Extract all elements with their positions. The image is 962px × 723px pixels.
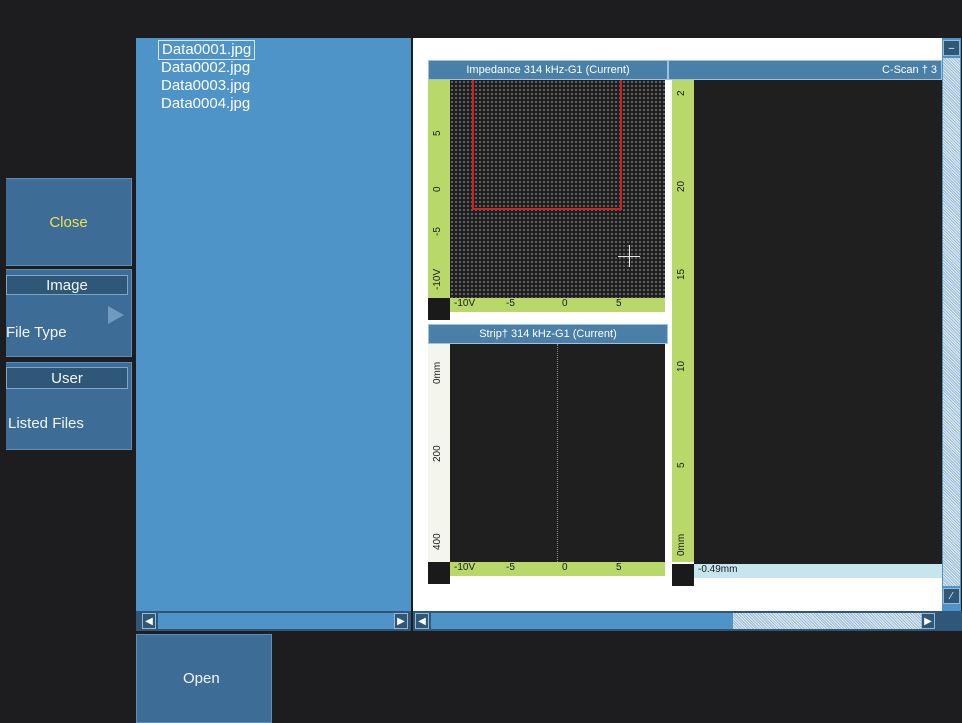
listed-files-button[interactable]: User Listed Files xyxy=(6,362,132,450)
file-type-label: File Type xyxy=(6,324,67,341)
submenu-arrow-icon xyxy=(108,306,124,324)
image-value-badge: Image xyxy=(6,275,128,295)
strip-center-line xyxy=(557,344,558,562)
cscan-y-tick: 0mm xyxy=(676,533,687,556)
strip-y-tick: 200 xyxy=(432,445,443,462)
impedance-y-tick: 5 xyxy=(432,130,443,136)
image-label: Image xyxy=(46,276,88,294)
impedance-plot xyxy=(450,80,665,298)
cscan-y-tick: 5 xyxy=(676,462,687,468)
file-list[interactable]: Data0001.jpg Data0002.jpg Data0003.jpg D… xyxy=(136,38,411,611)
strip-x-tick: 0 xyxy=(562,562,568,573)
strip-y-tick: 0mm xyxy=(432,361,443,384)
list-item-file-1[interactable]: Data0001.jpg xyxy=(158,40,256,60)
cscan-y-ruler: 0mm 5 10 15 20 2 xyxy=(672,80,694,562)
cscan-y-tick: 20 xyxy=(676,180,687,192)
preview-scroll-right-button[interactable]: ▶ xyxy=(921,613,935,629)
listed-files-label: Listed Files xyxy=(8,415,84,432)
scroll-track[interactable] xyxy=(158,613,394,629)
scroll-up-button[interactable]: ‒ xyxy=(943,40,960,56)
preview-scroll-left-button[interactable]: ◀ xyxy=(415,613,429,629)
strip-corner xyxy=(428,562,450,584)
impedance-y-ruler: -10V -5 0 5 xyxy=(428,80,450,298)
cscan-y-tick: 15 xyxy=(676,268,687,280)
file-list-scrollbar[interactable]: ◀ ▶ xyxy=(136,611,411,631)
impedance-x-tick: -5 xyxy=(506,298,515,309)
cscan-y-tick: 10 xyxy=(676,360,687,372)
cscan-x-ruler: -0.49mm xyxy=(694,564,942,578)
strip-x-tick: -10V xyxy=(454,562,476,573)
impedance-y-tick: -10V xyxy=(432,268,443,290)
preview-horizontal-scrollbar[interactable]: ◀ ▶ xyxy=(413,611,962,631)
strip-plot xyxy=(450,344,665,562)
preview-scroll-track[interactable] xyxy=(431,613,733,629)
user-value-badge: User xyxy=(6,367,128,389)
cscan-corner xyxy=(672,564,694,586)
preview-scroll-thumb[interactable] xyxy=(733,613,921,629)
impedance-x-tick: -10V xyxy=(454,298,476,309)
cscan-panel-title: C-Scan † 3 xyxy=(668,60,942,80)
strip-x-ruler: -10V -5 0 5 xyxy=(450,562,665,576)
crosshair-icon-vertical xyxy=(629,245,630,267)
scroll-down-button[interactable]: ⁄ xyxy=(943,588,960,604)
list-item-file-3[interactable]: Data0003.jpg xyxy=(158,77,253,95)
user-label: User xyxy=(51,369,83,387)
cscan-x-readout: -0.49mm xyxy=(698,564,738,575)
open-button[interactable]: Open xyxy=(136,634,272,723)
close-button[interactable]: Close xyxy=(6,178,132,266)
lissajous-box xyxy=(472,80,622,210)
file-type-button[interactable]: Image File Type xyxy=(6,269,132,357)
cscan-y-tick: 2 xyxy=(676,90,687,96)
scroll-right-button[interactable]: ▶ xyxy=(394,613,408,629)
impedance-corner xyxy=(428,298,450,320)
scroll-left-button[interactable]: ◀ xyxy=(142,613,156,629)
impedance-x-tick: 5 xyxy=(616,298,622,309)
vertical-scroll-thumb[interactable] xyxy=(943,58,960,586)
strip-x-tick: 5 xyxy=(616,562,622,573)
list-item-file-2[interactable]: Data0002.jpg xyxy=(158,59,253,77)
image-preview: ‒ ⁄ Impedance 314 kHz-G1 (Current) -10V … xyxy=(413,38,961,611)
cscan-plot xyxy=(694,80,942,564)
impedance-y-tick: 0 xyxy=(432,186,443,192)
strip-x-tick: -5 xyxy=(506,562,515,573)
preview-vertical-scrollbar[interactable]: ‒ ⁄ xyxy=(942,38,961,611)
strip-panel-title: Strip† 314 kHz-G1 (Current) xyxy=(428,324,668,344)
impedance-y-tick: -5 xyxy=(432,227,443,236)
impedance-panel-title: Impedance 314 kHz-G1 (Current) xyxy=(428,60,668,80)
impedance-x-tick: 0 xyxy=(562,298,568,309)
close-label: Close xyxy=(49,213,88,231)
cscan-title-text: C-Scan † 3 xyxy=(881,64,937,76)
impedance-x-ruler: -10V -5 0 5 xyxy=(450,298,665,312)
strip-y-ruler: 0mm 200 400 xyxy=(428,344,450,562)
strip-y-tick: 400 xyxy=(432,533,443,550)
list-item-file-4[interactable]: Data0004.jpg xyxy=(158,95,253,113)
open-label: Open xyxy=(183,670,220,687)
